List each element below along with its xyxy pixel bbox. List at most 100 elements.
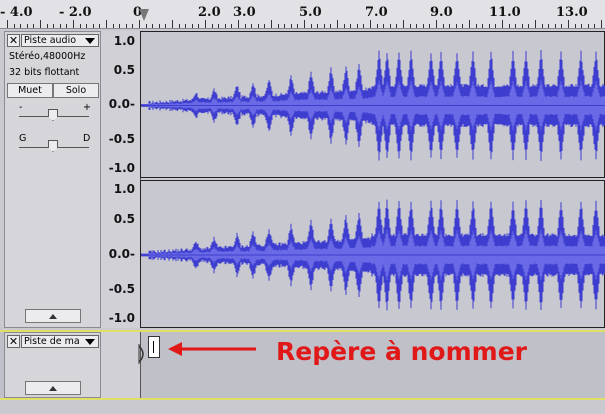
ruler-tick <box>542 24 543 28</box>
ruler-tick <box>113 24 114 28</box>
ruler-tick <box>344 24 345 28</box>
ruler-tick <box>383 24 384 28</box>
ruler-label: 13.0 <box>556 5 588 20</box>
ruler-tick <box>363 24 364 28</box>
ruler-tick <box>350 24 351 28</box>
playhead-marker[interactable] <box>139 9 149 21</box>
ruler-tick <box>410 24 411 28</box>
timeline-ruler[interactable]: - 4.0 - 2.0 0 2.0 3.0 5.0 7.0 9.0 11.0 1… <box>0 0 605 29</box>
ruler-tick <box>192 24 193 28</box>
label-text-box[interactable] <box>148 336 160 358</box>
ruler-tick <box>73 20 74 28</box>
bottom-area <box>0 400 605 414</box>
ruler-tick <box>225 24 226 28</box>
collapse-label-track-button[interactable] <box>25 381 81 395</box>
annotation-arrow <box>168 342 256 356</box>
ruler-tick <box>205 20 206 28</box>
close-track-icon[interactable]: ✕ <box>7 34 20 47</box>
ruler-tick <box>482 24 483 28</box>
scale-label: -1.0 <box>108 161 135 175</box>
ruler-tick <box>581 24 582 28</box>
waveform-right <box>141 199 605 311</box>
pan-right-label: D <box>83 133 91 144</box>
ruler-tick <box>212 24 213 28</box>
scale-label: 1.0 <box>113 182 135 196</box>
close-track-icon[interactable]: ✕ <box>7 335 20 348</box>
vertical-scale: 1.0 0.5 0.0- -0.5 -1.0 1.0 0.5 0.0- -0.5… <box>101 31 141 328</box>
pan-left-label: G <box>19 133 27 144</box>
ruler-tick <box>390 24 391 28</box>
ruler-tick <box>291 24 292 28</box>
ruler-tick <box>594 24 595 28</box>
ruler-tick <box>53 24 54 28</box>
scale-label: 0.0- <box>108 97 135 111</box>
gain-plus-label: + <box>83 102 91 113</box>
ruler-tick <box>14 24 15 28</box>
audio-track-control-panel: ✕ Piste audio Stéréo,48000Hz 32 bits flo… <box>4 31 101 328</box>
ruler-tick <box>179 24 180 28</box>
collapse-track-button[interactable] <box>25 309 81 323</box>
waveform-channel-right[interactable] <box>140 180 605 328</box>
ruler-tick <box>185 24 186 28</box>
ruler-tick <box>330 24 331 28</box>
ruler-tick <box>588 24 589 28</box>
ruler-tick <box>245 24 246 28</box>
label-marker-handle[interactable] <box>138 344 147 364</box>
ruler-tick <box>561 24 562 28</box>
ruler-tick <box>403 20 404 28</box>
ruler-tick <box>548 24 549 28</box>
ruler-tick <box>495 24 496 28</box>
ruler-tick <box>324 24 325 28</box>
scale-label: 0.0- <box>108 247 135 261</box>
scale-label: 1.0 <box>113 34 135 48</box>
track-menu-button[interactable]: Piste audio <box>21 34 99 47</box>
waveform-left <box>141 50 605 161</box>
ruler-tick <box>522 24 523 28</box>
mute-button[interactable]: Muet <box>7 83 53 98</box>
ruler-label: 2.0 <box>198 5 221 20</box>
label-marker-icon <box>138 344 144 364</box>
ruler-tick <box>93 24 94 28</box>
ruler-tick <box>416 24 417 28</box>
ruler-tick <box>304 20 305 28</box>
ruler-tick <box>20 24 21 28</box>
ruler-tick <box>509 24 510 28</box>
ruler-tick <box>284 24 285 28</box>
ruler-tick <box>251 24 252 28</box>
ruler-tick <box>476 24 477 28</box>
ruler-tick <box>238 20 239 28</box>
ruler-tick <box>370 20 371 28</box>
ruler-tick <box>568 20 569 28</box>
ruler-tick <box>159 24 160 28</box>
ruler-tick <box>33 24 34 28</box>
label-track-menu-button[interactable]: Piste de ma <box>21 335 99 348</box>
ruler-tick <box>106 20 107 28</box>
ruler-tick <box>337 20 338 28</box>
ruler-label: 9.0 <box>430 5 453 20</box>
scale-label: -0.5 <box>108 282 135 296</box>
annotation-text: Repère à nommer <box>276 337 527 366</box>
solo-button[interactable]: Solo <box>53 83 99 98</box>
ruler-tick <box>311 24 312 28</box>
ruler-tick <box>456 24 457 28</box>
label-track-name: Piste de ma <box>24 336 80 347</box>
ruler-tick <box>60 24 61 28</box>
ruler-tick <box>271 20 272 28</box>
chevron-up-icon <box>49 314 57 319</box>
pan-slider-thumb[interactable] <box>48 140 58 152</box>
ruler-tick <box>27 24 28 28</box>
ruler-tick <box>515 24 516 28</box>
gain-slider-thumb[interactable] <box>48 109 58 121</box>
ruler-tick <box>146 24 147 28</box>
ruler-tick <box>555 24 556 28</box>
ruler-tick <box>297 24 298 28</box>
gain-minus-label: - <box>19 102 23 113</box>
scale-label: -0.5 <box>108 132 135 146</box>
waveform-channel-left[interactable] <box>140 31 605 178</box>
ruler-tick <box>119 24 120 28</box>
ruler-tick <box>7 20 8 28</box>
ruler-label: 11.0 <box>489 5 521 20</box>
track-format: Stéréo,48000Hz <box>9 51 86 62</box>
ruler-tick <box>80 24 81 28</box>
ruler-tick <box>489 24 490 28</box>
